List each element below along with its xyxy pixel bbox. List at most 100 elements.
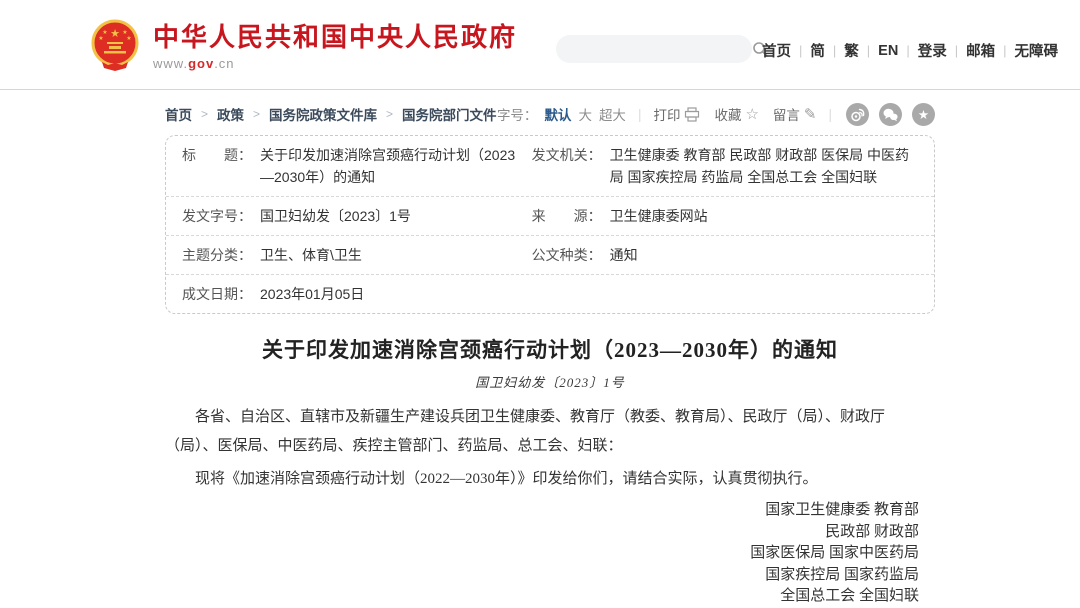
comment-label: 留言 xyxy=(773,104,800,124)
font-size-label: 字号： xyxy=(497,104,538,124)
printer-icon xyxy=(684,107,700,122)
svg-text:★: ★ xyxy=(918,108,929,122)
print-button[interactable]: 打印 xyxy=(653,104,700,124)
chevron-right-icon: > xyxy=(253,107,260,121)
breadcrumb-policy-library[interactable]: 国务院政策文件库 xyxy=(269,104,377,124)
meta-value-doc-type: 通知 xyxy=(610,244,638,266)
meta-row-number-source: 发文字号： 国卫妇幼发〔2023〕1号 来 源： 卫生健康委网站 xyxy=(166,196,934,235)
signature-line: 国家疾控局 国家药监局 xyxy=(165,565,919,587)
nav-home[interactable]: 首页 xyxy=(762,40,791,61)
search-box xyxy=(556,35,752,63)
breadcrumb-department-docs[interactable]: 国务院部门文件 xyxy=(402,104,497,124)
meta-row-category-type: 主题分类： 卫生、体育\卫生 公文种类： 通知 xyxy=(166,235,934,274)
star-circle-icon: ★ xyxy=(912,103,935,126)
print-label: 打印 xyxy=(653,104,680,124)
font-size-control: 字号： 默认 大 超大 xyxy=(497,104,626,124)
svg-text:★: ★ xyxy=(126,35,131,42)
document-title: 关于印发加速消除宫颈癌行动计划（2023—2030年）的通知 xyxy=(165,334,935,364)
national-emblem-icon: ★ ★ ★ ★ ★ xyxy=(88,18,142,74)
breadcrumb-policy[interactable]: 政策 xyxy=(217,104,244,124)
breadcrumb-home[interactable]: 首页 xyxy=(165,104,192,124)
nav-mail[interactable]: 邮箱 xyxy=(966,40,995,61)
meta-value-source: 卫生健康委网站 xyxy=(610,205,708,227)
weibo-icon xyxy=(846,103,869,126)
nav-separator: | xyxy=(906,43,909,58)
nav-separator: | xyxy=(867,43,870,58)
signature-block: 国家卫生健康委 教育部 民政部 财政部 国家医保局 国家中医药局 国家疾控局 国… xyxy=(165,500,935,608)
meta-value-date: 2023年01月05日 xyxy=(260,283,364,305)
site-header: ★ ★ ★ ★ ★ 中华人民共和国中央人民政府 www.gov.cn 首页 | … xyxy=(0,0,1080,90)
font-size-large[interactable]: 大 xyxy=(578,104,592,124)
nav-separator: | xyxy=(833,43,836,58)
pencil-icon: ✎ xyxy=(804,105,817,123)
content-area: 首页 > 政策 > 国务院政策文件库 > 国务院部门文件 字号： 默认 大 超大… xyxy=(165,103,935,608)
svg-text:★: ★ xyxy=(102,29,107,36)
search-input[interactable] xyxy=(556,42,752,57)
signature-line: 民政部 财政部 xyxy=(165,522,919,544)
nav-separator: | xyxy=(799,43,802,58)
chevron-right-icon: > xyxy=(386,107,393,121)
toolbar-divider: | xyxy=(638,107,642,122)
site-title: 中华人民共和国中央人民政府 xyxy=(153,22,517,52)
svg-text:★: ★ xyxy=(98,35,103,42)
url-cn: .cn xyxy=(214,56,234,71)
site-identity: 中华人民共和国中央人民政府 www.gov.cn xyxy=(153,22,517,71)
comment-button[interactable]: 留言 ✎ xyxy=(773,104,817,124)
star-icon: ☆ xyxy=(745,105,758,123)
meta-value-doc-number: 国卫妇幼发〔2023〕1号 xyxy=(260,205,411,227)
meta-cell-category: 主题分类： 卫生、体育\卫生 xyxy=(182,236,532,274)
meta-cell-source: 来 源： 卫生健康委网站 xyxy=(532,197,918,235)
meta-label-issuing-agency: 发文机关： xyxy=(532,144,602,166)
meta-row-date: 成文日期： 2023年01月05日 xyxy=(166,274,934,313)
weibo-share-button[interactable] xyxy=(846,103,869,126)
nav-traditional[interactable]: 繁 xyxy=(844,40,859,61)
wechat-icon xyxy=(879,103,902,126)
document-meta-table: 标 题： 关于印发加速消除宫颈癌行动计划（2023—2030年）的通知 发文机关… xyxy=(165,135,935,314)
url-gov: gov xyxy=(188,56,214,71)
svg-text:★: ★ xyxy=(122,29,127,36)
wechat-share-button[interactable] xyxy=(879,103,902,126)
nav-separator: | xyxy=(1003,43,1006,58)
meta-cell-doc-type: 公文种类： 通知 xyxy=(532,236,918,274)
meta-label-title: 标 题： xyxy=(182,144,252,166)
nav-accessibility[interactable]: 无障碍 xyxy=(1015,40,1059,61)
favorite-label: 收藏 xyxy=(714,104,741,124)
font-size-default[interactable]: 默认 xyxy=(544,104,571,124)
meta-value-issuing-agency: 卫生健康委 教育部 民政部 财政部 医保局 中医药局 国家疾控局 药监局 全国总… xyxy=(610,144,918,188)
meta-row-title-agency: 标 题： 关于印发加速消除宫颈癌行动计划（2023—2030年）的通知 发文机关… xyxy=(166,136,934,196)
toolbar-actions: 打印 收藏 ☆ 留言 ✎ xyxy=(653,104,816,124)
top-nav: 首页 | 简 | 繁 | EN | 登录 | 邮箱 | 无障碍 xyxy=(762,40,1058,61)
document-paragraph: 各省、自治区、直辖市及新疆生产建设兵团卫生健康委、教育厅（教委、教育局）、民政厅… xyxy=(165,403,935,461)
url-www: www. xyxy=(153,56,188,71)
favorites-share-button[interactable]: ★ xyxy=(912,103,935,126)
meta-cell-doc-number: 发文字号： 国卫妇幼发〔2023〕1号 xyxy=(182,197,532,235)
signature-line: 全国总工会 全国妇联 xyxy=(165,586,919,608)
document-paragraph: 现将《加速消除宫颈癌行动计划（2022—2030年）》印发给你们，请结合实际，认… xyxy=(165,465,935,494)
nav-simplified[interactable]: 简 xyxy=(810,40,825,61)
meta-label-date: 成文日期： xyxy=(182,283,252,305)
meta-cell-title: 标 题： 关于印发加速消除宫颈癌行动计划（2023—2030年）的通知 xyxy=(182,136,532,196)
breadcrumb: 首页 > 政策 > 国务院政策文件库 > 国务院部门文件 xyxy=(165,104,497,124)
meta-value-category: 卫生、体育\卫生 xyxy=(260,244,362,266)
document-body: 关于印发加速消除宫颈癌行动计划（2023—2030年）的通知 国卫妇幼发〔202… xyxy=(165,334,935,608)
meta-value-title: 关于印发加速消除宫颈癌行动计划（2023—2030年）的通知 xyxy=(260,144,518,188)
document-number: 国卫妇幼发〔2023〕1号 xyxy=(165,372,935,391)
signature-line: 国家医保局 国家中医药局 xyxy=(165,543,919,565)
nav-login[interactable]: 登录 xyxy=(918,40,947,61)
toolbar: 首页 > 政策 > 国务院政策文件库 > 国务院部门文件 字号： 默认 大 超大… xyxy=(165,103,935,125)
nav-separator: | xyxy=(955,43,958,58)
meta-label-doc-type: 公文种类： xyxy=(532,244,602,266)
meta-label-doc-number: 发文字号： xyxy=(182,205,252,227)
font-size-xlarge[interactable]: 超大 xyxy=(599,104,626,124)
meta-label-category: 主题分类： xyxy=(182,244,252,266)
share-group: ★ xyxy=(846,103,935,126)
site-logo-link[interactable]: ★ ★ ★ ★ ★ 中华人民共和国中央人民政府 www.gov.cn xyxy=(88,18,517,74)
signature-line: 国家卫生健康委 教育部 xyxy=(165,500,919,522)
meta-cell-empty xyxy=(532,275,918,313)
meta-cell-date: 成文日期： 2023年01月05日 xyxy=(182,275,532,313)
favorite-button[interactable]: 收藏 ☆ xyxy=(714,104,758,124)
meta-label-source: 来 源： xyxy=(532,205,602,227)
nav-english[interactable]: EN xyxy=(878,43,898,59)
svg-text:★: ★ xyxy=(110,28,120,40)
chevron-right-icon: > xyxy=(201,107,208,121)
